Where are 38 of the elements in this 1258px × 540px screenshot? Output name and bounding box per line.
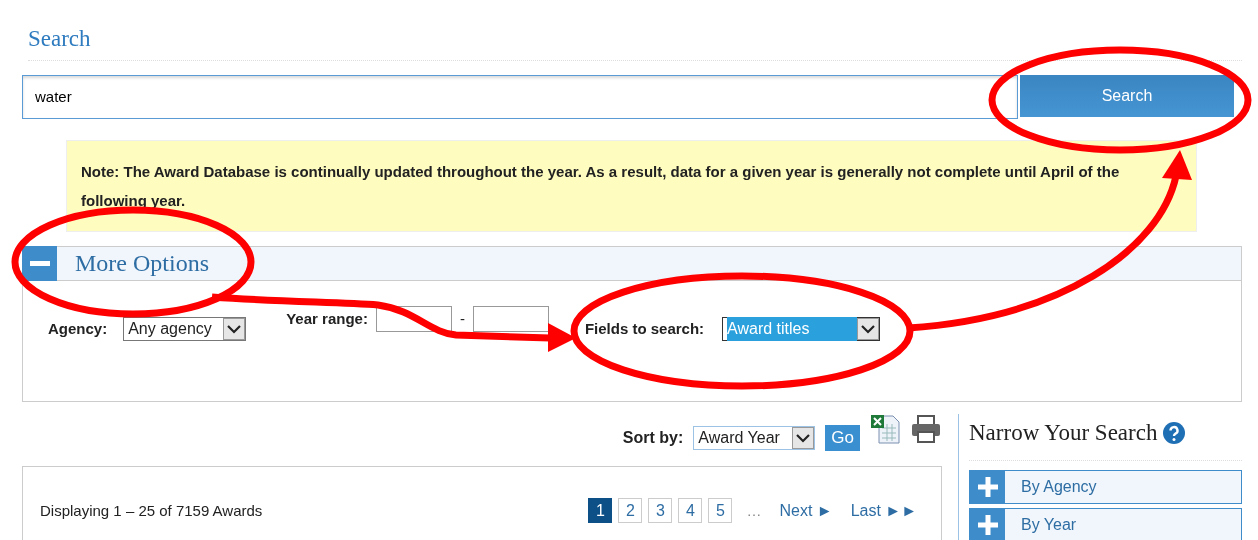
results-summary: Displaying 1 – 25 of 7159 Awards bbox=[40, 500, 263, 521]
fields-label: Fields to search: bbox=[584, 318, 705, 339]
note-text: Note: The Award Database is continually updated throughout the year. As a result, data for a given year is generally not complete until April of the following year. bbox=[66, 139, 1197, 232]
search-field[interactable]: water bbox=[22, 74, 1018, 119]
plus-icon bbox=[977, 515, 998, 536]
options-header[interactable]: More Options bbox=[22, 245, 1242, 281]
caret-icon bbox=[857, 317, 880, 340]
narrow-title: Narrow Your Search bbox=[969, 418, 1158, 447]
fields-dropdown[interactable]: Award titles bbox=[722, 316, 881, 341]
last-link[interactable]: Last ►► bbox=[850, 498, 917, 523]
print-icon[interactable] bbox=[910, 413, 942, 444]
toggle-button[interactable] bbox=[22, 245, 57, 281]
page-link[interactable]: 3 bbox=[648, 498, 673, 524]
facet-item[interactable]: By Year bbox=[969, 508, 1242, 540]
agency-label: Agency: bbox=[48, 318, 108, 339]
sort-dropdown[interactable]: Award Year bbox=[693, 425, 816, 450]
pagination-ellipsis: … bbox=[746, 500, 762, 521]
page-title: Search bbox=[28, 24, 1242, 61]
plus-icon bbox=[977, 477, 998, 498]
agency-dropdown[interactable]: Any agency bbox=[123, 316, 247, 341]
search-button[interactable]: Search bbox=[1020, 74, 1234, 117]
page-link[interactable]: 1 bbox=[588, 498, 613, 524]
caret-icon bbox=[792, 426, 815, 449]
range-dash: - bbox=[459, 308, 465, 329]
caret-icon bbox=[223, 317, 246, 340]
options-title: More Options bbox=[75, 249, 209, 279]
year-range-label: Year range: bbox=[286, 308, 368, 329]
minus-icon bbox=[29, 260, 50, 266]
page-link[interactable]: 4 bbox=[678, 498, 703, 524]
next-link[interactable]: Next ► bbox=[779, 498, 833, 523]
spreadsheet-icon[interactable] bbox=[870, 413, 900, 444]
go-button[interactable]: Go bbox=[825, 424, 860, 451]
sort-label: Sort by: bbox=[622, 427, 684, 448]
year-to-field[interactable] bbox=[472, 305, 549, 332]
page-link[interactable]: 2 bbox=[618, 498, 643, 524]
facet-item[interactable]: By Agency bbox=[969, 470, 1242, 505]
help-icon bbox=[1163, 422, 1186, 445]
page-link[interactable]: 5 bbox=[708, 498, 733, 524]
